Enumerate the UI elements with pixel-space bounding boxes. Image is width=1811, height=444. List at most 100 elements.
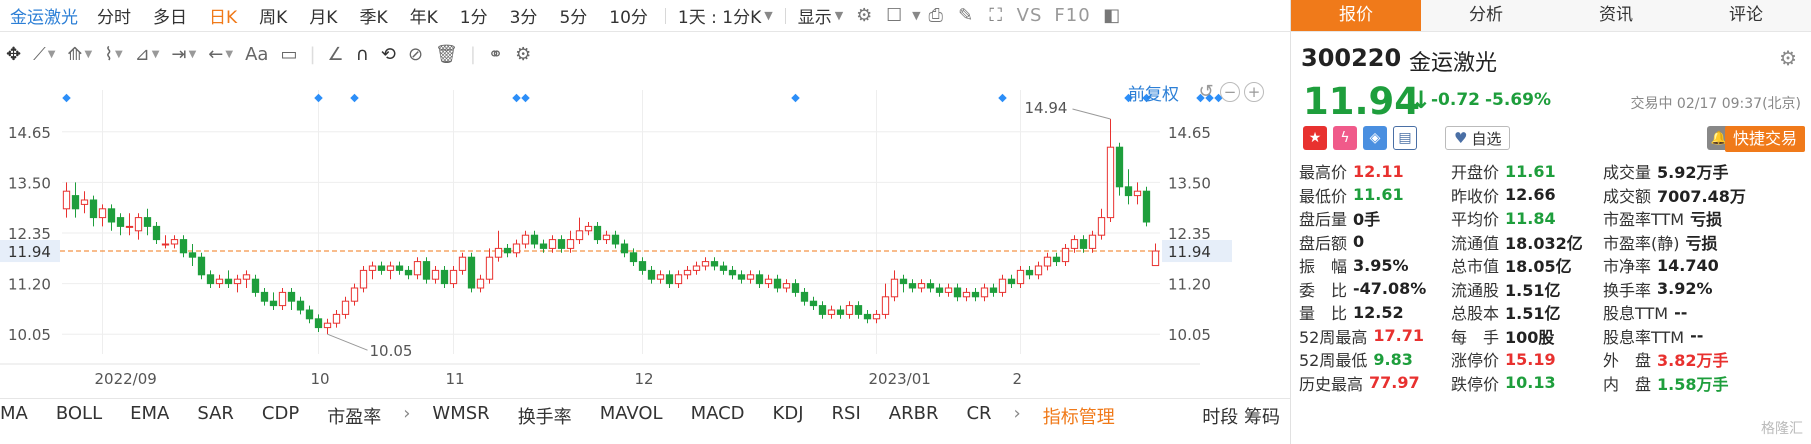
period-tab[interactable]: 日K	[198, 3, 248, 28]
fullscreen-icon[interactable]: ⛶	[981, 2, 1011, 30]
period-tab[interactable]: 周K	[248, 3, 298, 28]
indicator-manage-button[interactable]: 指标管理	[1029, 403, 1129, 429]
candle-body-down	[296, 300, 305, 311]
sidebar-toggle-icon[interactable]: ◧	[1097, 2, 1127, 30]
stat-row: 市净率 14.740	[1603, 252, 1719, 278]
candle-body-up	[1088, 234, 1097, 249]
panel-tab[interactable]: 评论	[1681, 0, 1811, 31]
text-tool-icon[interactable]: Aa	[239, 39, 274, 69]
adjust-mode-link[interactable]: 前复权	[1128, 80, 1179, 105]
indicator-tab[interactable]: MA	[0, 403, 42, 429]
settings-icon[interactable]: ⚙	[849, 2, 879, 30]
chevron-right-icon[interactable]: ›	[395, 403, 418, 429]
event-marker-diamond	[314, 93, 323, 103]
candle-body-down	[395, 265, 404, 271]
event-marker-diamond	[521, 93, 530, 103]
period-tab[interactable]: 季K	[348, 3, 398, 28]
comment-tool-icon[interactable]: ▭	[274, 39, 303, 69]
display-menu[interactable]: 显示 ▼	[792, 3, 849, 28]
stat-label: 52周最高	[1299, 327, 1368, 347]
arrow-tool-icon[interactable]: ← ▼	[202, 39, 239, 69]
period-tab[interactable]: 3分	[499, 3, 549, 28]
tool-settings-icon[interactable]: ⚙	[509, 39, 537, 69]
zoom-out-icon[interactable]: −	[1220, 82, 1240, 102]
indicator-tab[interactable]: 市盈率	[313, 403, 395, 429]
candle-body-down	[818, 305, 827, 315]
stock-name-link[interactable]: 金运激光	[0, 3, 86, 28]
candle-body-down	[710, 261, 719, 267]
interval-select[interactable]: 1天 : 1分K ▼	[672, 3, 779, 28]
quick-trade-button[interactable]: 快捷交易	[1724, 126, 1805, 152]
pencil-icon[interactable]: ✎	[951, 2, 981, 30]
stat-value: 1.58万手	[1657, 374, 1729, 394]
candle-body-down	[305, 309, 314, 320]
stat-row: 股息TTM --	[1603, 299, 1687, 325]
panel-tab[interactable]: 分析	[1421, 0, 1551, 31]
compare-icon[interactable]: ⚭	[482, 39, 509, 69]
indicator-tab[interactable]: CR	[952, 403, 1005, 429]
trading-status: 交易中 02/17 09:37(北京)	[1630, 96, 1801, 112]
indicator-tab[interactable]: WMSR	[418, 403, 503, 429]
zoom-in-icon[interactable]: +	[1244, 82, 1264, 102]
vs-button[interactable]: VS	[1011, 5, 1049, 26]
sync-icon[interactable]: ⟲	[375, 39, 402, 69]
notes-icon[interactable]: ▤	[1393, 126, 1417, 150]
indicator-tab[interactable]: BOLL	[42, 403, 116, 429]
period-tab[interactable]: 月K	[298, 3, 348, 28]
period-tab[interactable]: 5分	[548, 3, 598, 28]
period-tab[interactable]: 1分	[449, 3, 499, 28]
indicator-tab[interactable]: RSI	[818, 403, 875, 429]
candle-body-down	[728, 269, 737, 276]
candle-body-up	[881, 296, 890, 315]
kline-chart[interactable]: 2022/09 10 11 12 2023/01 2 14.65 14.65 13.50 13.5…	[0, 72, 1290, 398]
chevron-right-icon[interactable]: ›	[1006, 403, 1029, 429]
indicator-tab[interactable]: MAVOL	[586, 403, 677, 429]
hide-drawings-icon[interactable]: ⊘	[402, 39, 429, 69]
camera-icon[interactable]: ⎙	[921, 2, 951, 30]
period-tab[interactable]: 多日	[142, 3, 198, 28]
chevron-down-icon[interactable]: ▼	[912, 9, 920, 22]
drawing-toolbar: ✥ ⟋ ▼ ⟰ ▼ ⌇ ▼ ⊿ ▼ ⇥ ▼ ← ▼ Aa ▭ | ∠ ∩ ⟲ ⊘ 🗑 | ⚭…	[0, 36, 1290, 72]
stat-value: 1.51亿	[1505, 280, 1561, 300]
panel-tab[interactable]: 报价	[1291, 0, 1421, 31]
angle-tool-icon[interactable]: ∠	[322, 39, 350, 69]
reset-icon[interactable]: ↺	[1196, 82, 1216, 102]
stat-row: 每 手 100股	[1451, 323, 1554, 349]
indicator-tab[interactable]: CDP	[248, 403, 313, 429]
channel-tool-icon[interactable]: ⟰ ▼	[61, 39, 98, 69]
stat-row: 振 幅 3.95%	[1299, 252, 1409, 278]
layout-square-icon[interactable]: ☐	[879, 2, 909, 30]
period-tab[interactable]: 10分	[598, 3, 659, 28]
high-annotation-line	[1072, 108, 1111, 120]
trash-icon[interactable]: 🗑	[429, 39, 464, 69]
line-tool-icon[interactable]: ⟋ ▼	[27, 39, 61, 69]
indicator-tab[interactable]: SAR	[183, 403, 248, 429]
candle-body-down	[1007, 278, 1016, 285]
candle-body-up	[485, 256, 494, 280]
watchlist-button[interactable]: ♥ 自选	[1445, 126, 1511, 150]
candle-body-down	[143, 217, 152, 227]
wave-tool-icon[interactable]: ⌇ ▼	[98, 39, 129, 69]
candle-body-down	[1115, 146, 1124, 188]
magnet-icon[interactable]: ∩	[350, 39, 375, 69]
indicator-tab[interactable]: MACD	[677, 403, 759, 429]
fib-tool-icon[interactable]: ⊿ ▼	[129, 39, 166, 69]
f10-button[interactable]: F10	[1048, 5, 1096, 26]
stat-value: 12.66	[1505, 185, 1556, 204]
timeframe-chip-tabs[interactable]: 时段 筹码	[1202, 403, 1290, 429]
stat-row: 成交量 5.92万手	[1603, 158, 1729, 184]
indicator-tab[interactable]: ARBR	[875, 403, 953, 429]
candle-body-up	[845, 305, 854, 315]
period-tab[interactable]: 年K	[399, 3, 449, 28]
period-tab[interactable]: 分时	[86, 3, 142, 28]
panel-tab[interactable]: 资讯	[1551, 0, 1681, 31]
indicator-tab[interactable]: EMA	[116, 403, 183, 429]
move-crosshair-icon[interactable]: ✥	[0, 39, 27, 69]
range-tool-icon[interactable]: ⇥ ▼	[166, 39, 203, 69]
x-tick-label: 10	[311, 370, 330, 388]
indicator-tab[interactable]: 换手率	[504, 403, 586, 429]
gear-icon[interactable]: ⚙	[1779, 46, 1797, 70]
candle-body-down	[107, 208, 116, 223]
candle-body-up	[692, 265, 701, 271]
indicator-tab[interactable]: KDJ	[759, 403, 818, 429]
